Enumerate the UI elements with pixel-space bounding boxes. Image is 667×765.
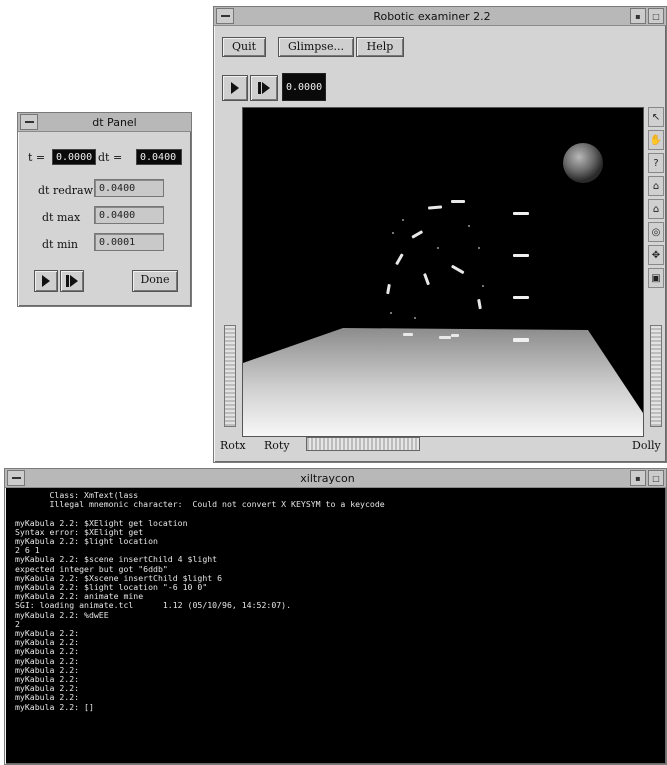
window-menu-button[interactable]	[7, 470, 25, 486]
examiner-titlebar[interactable]: Robotic examiner 2.2 ▪ □	[214, 7, 666, 26]
hand-icon[interactable]: ✋	[648, 130, 664, 150]
minimize-icon[interactable]: ▪	[630, 470, 646, 486]
sparkles	[390, 219, 484, 319]
examiner-title: Robotic examiner 2.2	[373, 9, 491, 23]
rotx-thumbwheel[interactable]	[224, 325, 236, 427]
window-menu-button[interactable]	[20, 114, 38, 130]
done-button[interactable]: Done	[132, 270, 178, 292]
quit-button[interactable]: Quit	[222, 37, 266, 57]
vertical-chain	[513, 212, 529, 342]
terminal-line: myKabula 2.2:	[15, 628, 80, 639]
dt-min-field[interactable]: 0.0001	[94, 233, 164, 251]
play-icon	[231, 82, 239, 94]
3d-viewport[interactable]	[242, 107, 644, 437]
roty-label: Roty	[264, 439, 290, 452]
dt-redraw-label: dt redraw	[38, 184, 93, 197]
step-bar-icon	[66, 275, 69, 287]
rotx-label: Rotx	[220, 439, 246, 452]
terminal-line: 2	[15, 618, 20, 629]
maximize-icon[interactable]: □	[648, 470, 664, 486]
t-label: t =	[28, 151, 46, 164]
dt-label: dt =	[98, 151, 123, 164]
terminal-line: myKabula 2.2:	[15, 664, 80, 675]
perspective-icon[interactable]: ▣	[648, 268, 664, 288]
dt-max-field[interactable]: 0.0400	[94, 206, 164, 224]
terminal-line: myKabula 2.2: $light location	[15, 536, 158, 547]
terminal-line: myKabula 2.2: []	[15, 701, 94, 712]
menu-bar-icon	[220, 15, 230, 17]
step-button[interactable]	[60, 270, 84, 292]
terminal-line: myKabula 2.2: %dwEE	[15, 609, 109, 620]
dt-panel-titlebar[interactable]: dt Panel	[18, 113, 191, 132]
window-menu-button[interactable]	[216, 8, 234, 24]
terminal-line: myKabula 2.2:	[15, 674, 80, 685]
terminal-line: myKabula 2.2:	[15, 683, 80, 694]
maximize-icon[interactable]: □	[648, 8, 664, 24]
light-sphere	[563, 143, 603, 183]
minimize-icon[interactable]: ▪	[630, 8, 646, 24]
terminal-titlebar[interactable]: xiltraycon ▪ □	[5, 469, 666, 488]
dt-panel-title: dt Panel	[92, 115, 137, 129]
play-button[interactable]	[222, 75, 248, 101]
glimpse-button[interactable]: Glimpse...	[278, 37, 354, 57]
dt-panel-window: dt Panel t = 0.0000 dt = 0.0400 dt redra…	[17, 112, 192, 307]
dt-redraw-field[interactable]: 0.0400	[94, 179, 164, 197]
question-icon[interactable]: ?	[648, 153, 664, 173]
terminal-line: Illegal mnemonic character: Could not co…	[15, 499, 385, 510]
menu-bar-icon	[24, 121, 34, 123]
terminal-line: myKabula 2.2:	[15, 646, 80, 657]
terminal-output[interactable]: Class: XmText(lass Illegal mnemonic char…	[15, 491, 660, 760]
terminal-title: xiltraycon	[300, 471, 355, 485]
home-icon[interactable]: ⌂	[648, 176, 664, 196]
dt-field[interactable]: 0.0400	[136, 149, 182, 165]
menu-bar-icon	[11, 477, 21, 479]
floor-plane	[243, 328, 643, 436]
terminal-line: myKabula 2.2:	[15, 637, 80, 648]
step-bar-icon	[258, 82, 261, 94]
dt-min-label: dt min	[42, 238, 78, 251]
viewer-toolbar: ↖ ✋ ? ⌂ ⌂ ◎ ✥ ▣	[648, 107, 664, 291]
time-display: 0.0000	[282, 73, 326, 101]
step-icon	[262, 82, 270, 94]
terminal-line: SGI: loading animate.tcl 1.12 (05/10/96,…	[15, 600, 292, 611]
t-field[interactable]: 0.0000	[52, 149, 96, 165]
dolly-label: Dolly	[632, 439, 661, 452]
play-button[interactable]	[34, 270, 58, 292]
step-icon	[70, 275, 78, 287]
center-icon[interactable]: ✥	[648, 245, 664, 265]
play-icon	[42, 275, 50, 287]
step-button[interactable]	[250, 75, 278, 101]
camera-icon[interactable]: ◎	[648, 222, 664, 242]
terminal-window: xiltraycon ▪ □ Class: XmText(lass Illega…	[4, 468, 667, 765]
dt-max-label: dt max	[42, 211, 81, 224]
terminal-line: myKabula 2.2:	[15, 655, 80, 666]
help-button[interactable]: Help	[356, 37, 404, 57]
set-home-icon[interactable]: ⌂	[648, 199, 664, 219]
examiner-window: Robotic examiner 2.2 ▪ □ Quit Glimpse...…	[213, 6, 667, 463]
terminal-line: myKabula 2.2:	[15, 692, 80, 703]
scene-render	[243, 143, 643, 436]
pointer-icon[interactable]: ↖	[648, 107, 664, 127]
dolly-thumbwheel[interactable]	[650, 325, 662, 427]
link-chain	[386, 200, 482, 339]
roty-thumbwheel[interactable]	[306, 437, 420, 451]
